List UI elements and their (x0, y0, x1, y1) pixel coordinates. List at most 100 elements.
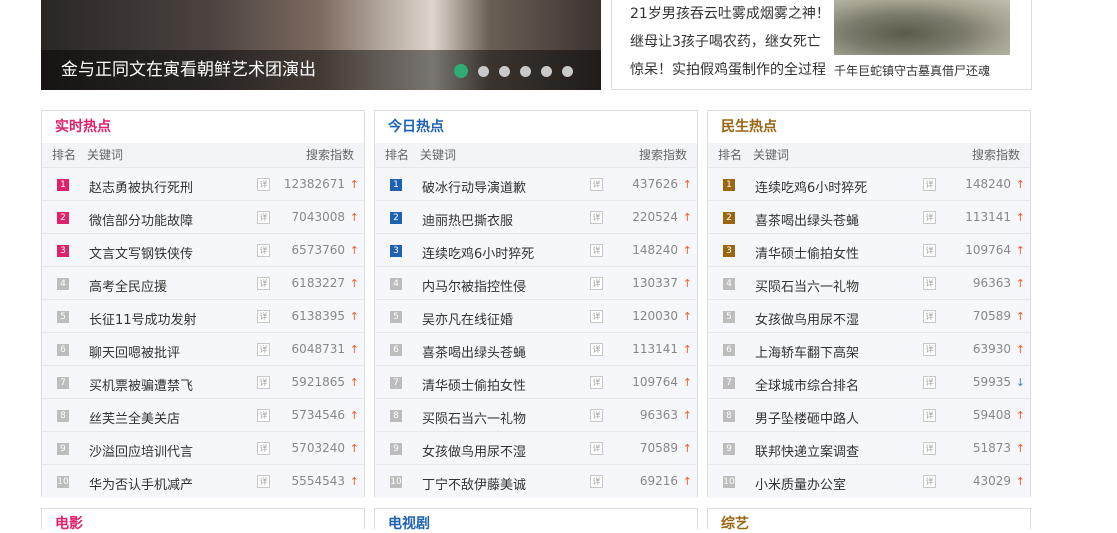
detail-icon[interactable]: 详 (590, 211, 603, 224)
panel-title[interactable]: 民生热点 (708, 111, 1030, 143)
detail-icon[interactable]: 详 (257, 409, 270, 422)
news-link[interactable]: 21岁男孩吞云吐雾成烟雾之神！ (630, 0, 830, 28)
keyword-link[interactable]: 丁宁不敌伊藤美诚 (422, 474, 526, 493)
detail-icon[interactable]: 详 (257, 442, 270, 455)
table-row[interactable]: 10 华为否认手机减产 详 5554543 ↑ (42, 464, 364, 498)
table-row[interactable]: 10 丁宁不敌伊藤美诚 详 69216 ↑ (375, 464, 697, 498)
detail-icon[interactable]: 详 (590, 376, 603, 389)
keyword-link[interactable]: 买陨石当六一礼物 (755, 276, 859, 295)
table-row[interactable]: 6 喜茶喝出绿头苍蝇 详 113141 ↑ (375, 332, 697, 366)
news-thumbnail[interactable] (834, 0, 1010, 55)
table-row[interactable]: 4 内马尔被指控性侵 详 130337 ↑ (375, 266, 697, 300)
table-row[interactable]: 4 买陨石当六一礼物 详 96363 ↑ (708, 266, 1030, 300)
keyword-link[interactable]: 小米质量办公室 (755, 474, 846, 493)
slider-dot-4[interactable] (520, 65, 531, 77)
detail-icon[interactable]: 详 (257, 211, 270, 224)
detail-icon[interactable]: 详 (257, 277, 270, 290)
keyword-link[interactable]: 长征11号成功发射 (89, 309, 197, 328)
keyword-link[interactable]: 聊天回嗯被批评 (89, 342, 180, 361)
detail-icon[interactable]: 详 (923, 409, 936, 422)
table-row[interactable]: 4 高考全民应援 详 6183227 ↑ (42, 266, 364, 300)
table-row[interactable]: 3 文言文写钢铁侠传 详 6573760 ↑ (42, 233, 364, 267)
keyword-link[interactable]: 赵志勇被执行死刑 (89, 177, 193, 196)
detail-icon[interactable]: 详 (257, 475, 270, 488)
keyword-link[interactable]: 买陨石当六一礼物 (422, 408, 526, 427)
table-row[interactable]: 7 买机票被骗遭禁飞 详 5921865 ↑ (42, 365, 364, 399)
table-row[interactable]: 7 清华硕士偷拍女性 详 109764 ↑ (375, 365, 697, 399)
keyword-link[interactable]: 全球城市综合排名 (755, 375, 859, 394)
keyword-link[interactable]: 高考全民应援 (89, 276, 167, 295)
detail-icon[interactable]: 详 (923, 211, 936, 224)
keyword-link[interactable]: 联邦快递立案调查 (755, 441, 859, 460)
keyword-link[interactable]: 喜茶喝出绿头苍蝇 (755, 210, 859, 229)
detail-icon[interactable]: 详 (590, 409, 603, 422)
news-slider[interactable]: 金与正同文在寅看朝鲜艺术团演出 (41, 0, 601, 90)
keyword-link[interactable]: 买机票被骗遭禁飞 (89, 375, 193, 394)
detail-icon[interactable]: 详 (257, 244, 270, 257)
keyword-link[interactable]: 文言文写钢铁侠传 (89, 243, 193, 262)
keyword-link[interactable]: 迪丽热巴撕衣服 (422, 210, 513, 229)
detail-icon[interactable]: 详 (590, 442, 603, 455)
slider-caption[interactable]: 金与正同文在寅看朝鲜艺术团演出 (61, 55, 316, 80)
panel-title[interactable]: 今日热点 (375, 111, 697, 143)
table-row[interactable]: 2 微信部分功能故障 详 7043008 ↑ (42, 200, 364, 234)
detail-icon[interactable]: 详 (923, 178, 936, 191)
table-row[interactable]: 8 买陨石当六一礼物 详 96363 ↑ (375, 398, 697, 432)
keyword-link[interactable]: 吴亦凡在线征婚 (422, 309, 513, 328)
panel-title[interactable]: 电影 (55, 513, 83, 533)
keyword-link[interactable]: 微信部分功能故障 (89, 210, 193, 229)
detail-icon[interactable]: 详 (257, 310, 270, 323)
detail-icon[interactable]: 详 (590, 475, 603, 488)
panel-title[interactable]: 电视剧 (388, 513, 430, 533)
table-row[interactable]: 1 赵志勇被执行死刑 详 12382671 ↑ (42, 167, 364, 201)
slider-dot-5[interactable] (541, 65, 552, 77)
detail-icon[interactable]: 详 (590, 277, 603, 290)
keyword-link[interactable]: 破冰行动导演道歉 (422, 177, 526, 196)
table-row[interactable]: 8 男子坠楼砸中路人 详 59408 ↑ (708, 398, 1030, 432)
detail-icon[interactable]: 详 (923, 310, 936, 323)
table-row[interactable]: 9 女孩做鸟用尿不湿 详 70589 ↑ (375, 431, 697, 465)
keyword-link[interactable]: 女孩做鸟用尿不湿 (422, 441, 526, 460)
keyword-link[interactable]: 清华硕士偷拍女性 (422, 375, 526, 394)
keyword-link[interactable]: 清华硕士偷拍女性 (755, 243, 859, 262)
keyword-link[interactable]: 内马尔被指控性侵 (422, 276, 526, 295)
detail-icon[interactable]: 详 (923, 442, 936, 455)
keyword-link[interactable]: 连续吃鸡6小时猝死 (755, 177, 867, 196)
detail-icon[interactable]: 详 (257, 178, 270, 191)
keyword-link[interactable]: 女孩做鸟用尿不湿 (755, 309, 859, 328)
keyword-link[interactable]: 上海轿车翻下高架 (755, 342, 859, 361)
table-row[interactable]: 7 全球城市综合排名 详 59935 ↓ (708, 365, 1030, 399)
table-row[interactable]: 6 上海轿车翻下高架 详 63930 ↑ (708, 332, 1030, 366)
detail-icon[interactable]: 详 (923, 343, 936, 356)
news-link[interactable]: 惊呆！实拍假鸡蛋制作的全过程 (630, 56, 830, 84)
table-row[interactable]: 9 沙溢回应培训代言 详 5703240 ↑ (42, 431, 364, 465)
slider-dot-2[interactable] (478, 65, 489, 77)
table-row[interactable]: 1 破冰行动导演道歉 详 437626 ↑ (375, 167, 697, 201)
table-row[interactable]: 3 连续吃鸡6小时猝死 详 148240 ↑ (375, 233, 697, 267)
table-row[interactable]: 5 吴亦凡在线征婚 详 120030 ↑ (375, 299, 697, 333)
detail-icon[interactable]: 详 (923, 475, 936, 488)
table-row[interactable]: 5 女孩做鸟用尿不湿 详 70589 ↑ (708, 299, 1030, 333)
news-thumbnail-caption[interactable]: 千年巨蛇镇守古墓真借尸还魂 (834, 62, 990, 79)
table-row[interactable]: 6 聊天回嗯被批评 详 6048731 ↑ (42, 332, 364, 366)
keyword-link[interactable]: 沙溢回应培训代言 (89, 441, 193, 460)
table-row[interactable]: 3 清华硕士偷拍女性 详 109764 ↑ (708, 233, 1030, 267)
detail-icon[interactable]: 详 (923, 376, 936, 389)
news-link[interactable]: 继母让3孩子喝农药，继女死亡 (630, 28, 830, 56)
keyword-link[interactable]: 连续吃鸡6小时猝死 (422, 243, 534, 262)
keyword-link[interactable]: 男子坠楼砸中路人 (755, 408, 859, 427)
detail-icon[interactable]: 详 (590, 178, 603, 191)
keyword-link[interactable]: 丝芙兰全美关店 (89, 408, 180, 427)
panel-title[interactable]: 综艺 (721, 513, 749, 533)
keyword-link[interactable]: 喜茶喝出绿头苍蝇 (422, 342, 526, 361)
panel-title[interactable]: 实时热点 (42, 111, 364, 143)
detail-icon[interactable]: 详 (590, 310, 603, 323)
slider-dot-1[interactable] (454, 64, 468, 78)
table-row[interactable]: 8 丝芙兰全美关店 详 5734546 ↑ (42, 398, 364, 432)
detail-icon[interactable]: 详 (257, 343, 270, 356)
table-row[interactable]: 2 喜茶喝出绿头苍蝇 详 113141 ↑ (708, 200, 1030, 234)
detail-icon[interactable]: 详 (590, 244, 603, 257)
slider-dot-3[interactable] (499, 65, 510, 77)
table-row[interactable]: 5 长征11号成功发射 详 6138395 ↑ (42, 299, 364, 333)
detail-icon[interactable]: 详 (590, 343, 603, 356)
